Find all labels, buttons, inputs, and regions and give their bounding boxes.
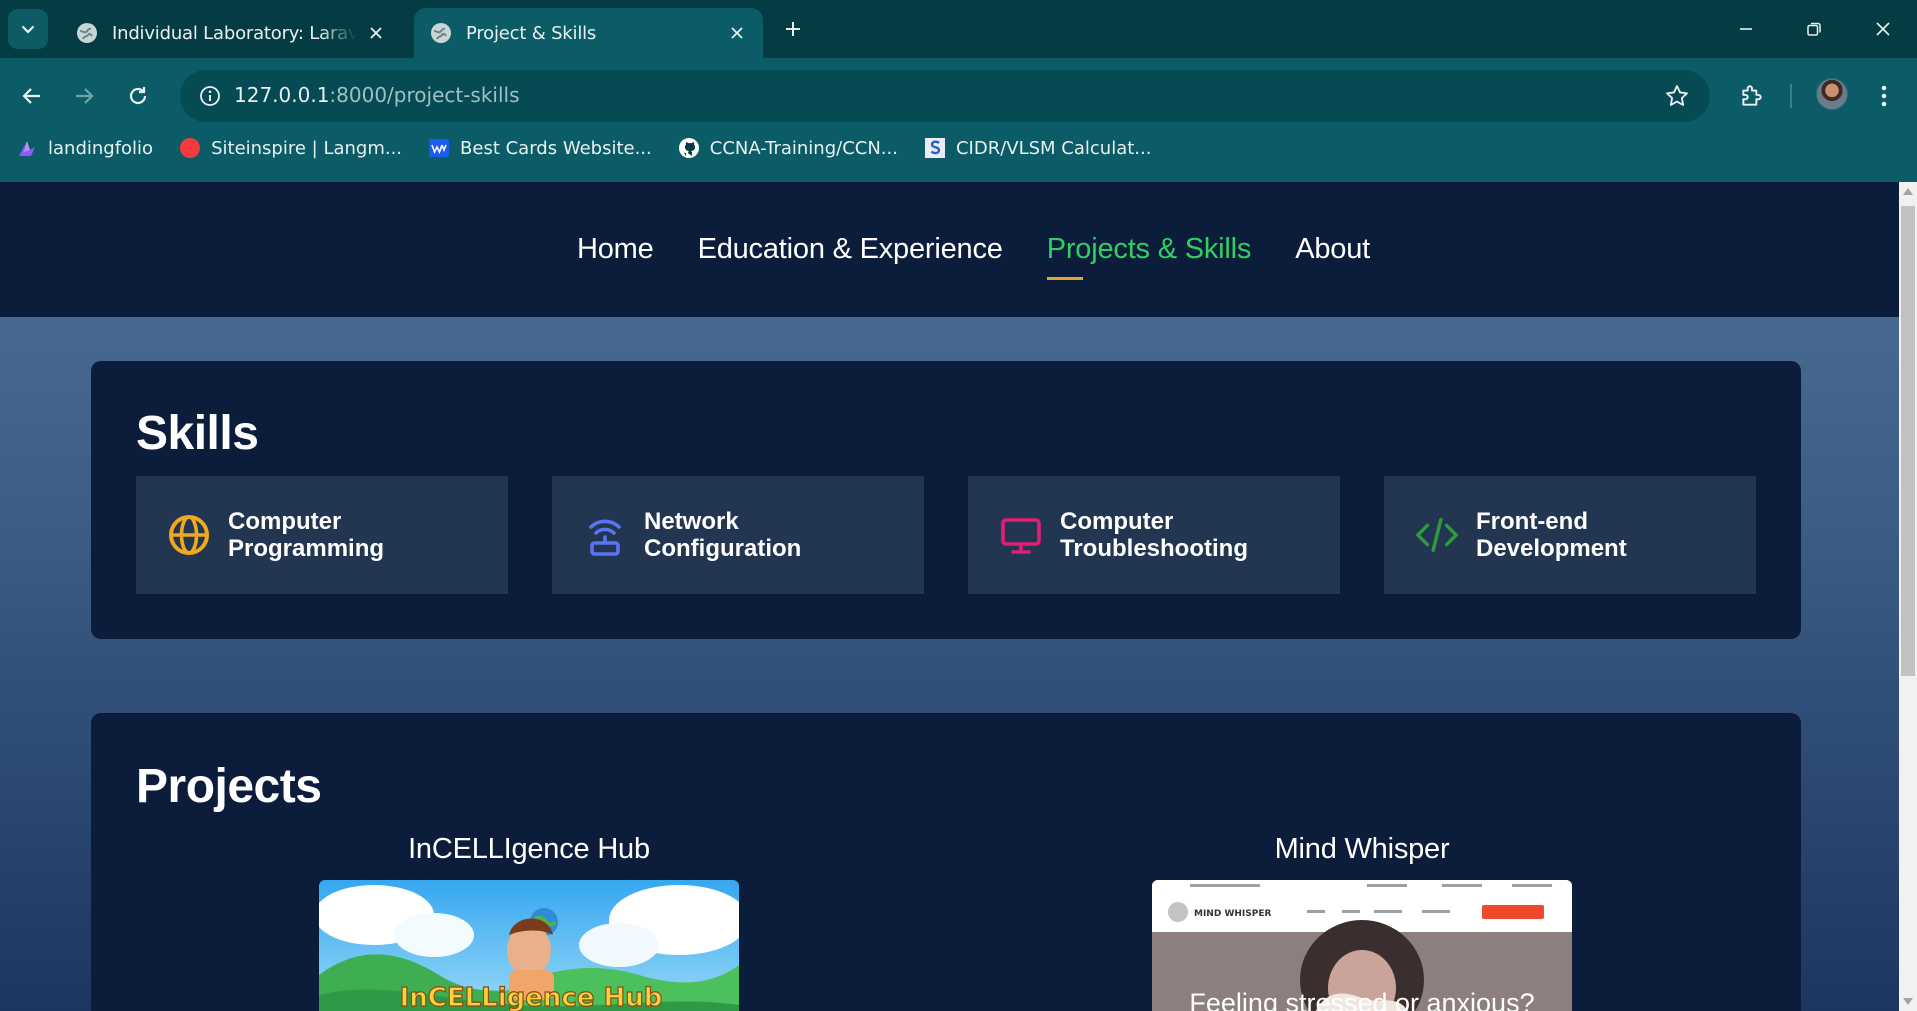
tab-laravel[interactable]: Individual Laboratory: Laravel In bbox=[60, 8, 402, 58]
star-icon bbox=[1666, 85, 1688, 106]
nav-projects-skills-link[interactable]: Projects & Skills bbox=[1046, 233, 1251, 280]
red-dot-icon bbox=[179, 137, 201, 159]
bookmark-label: landingfolio bbox=[48, 137, 154, 159]
nav-home-link[interactable]: Home bbox=[577, 233, 654, 266]
restore-icon bbox=[1807, 22, 1821, 36]
project-thumbnail[interactable]: MIND WHISPER Feeling stressed or anxious… bbox=[1152, 880, 1572, 1011]
tab-project-skills[interactable]: Project & Skills bbox=[414, 8, 763, 58]
more-vertical-icon bbox=[1881, 85, 1887, 107]
close-tab-icon[interactable] bbox=[364, 21, 388, 45]
bookmark-label: CIDR/VLSM Calculat... bbox=[955, 137, 1152, 159]
extensions-button[interactable] bbox=[1732, 76, 1772, 116]
globe-favicon-icon bbox=[431, 23, 451, 43]
minimize-icon bbox=[1740, 28, 1752, 30]
bookmarks-bar: landingfolio Siteinspire | Langm... Best… bbox=[0, 128, 1917, 168]
nav-education-experience-link[interactable]: Education & Experience bbox=[698, 233, 1003, 266]
address-bar[interactable]: 127.0.0.1:8000/project-skills bbox=[180, 70, 1710, 122]
router-icon bbox=[582, 512, 628, 558]
bookmark-label: Best Cards Website... bbox=[460, 137, 652, 159]
skill-card-front-end-development: Front-end Development bbox=[1384, 476, 1756, 594]
subnet-icon bbox=[924, 137, 946, 159]
project-card-incelligence-hub: InCELLIgence Hub InCELLigence Hub bbox=[319, 833, 739, 1011]
skill-label: Computer Programming bbox=[228, 508, 385, 562]
arrow-left-icon bbox=[22, 88, 40, 104]
globe-icon bbox=[166, 512, 212, 558]
forward-button[interactable] bbox=[64, 76, 104, 116]
github-icon bbox=[678, 137, 700, 159]
skill-card-network-configuration: Network Configuration bbox=[552, 476, 924, 594]
info-icon bbox=[200, 86, 220, 106]
profile-avatar[interactable] bbox=[1816, 78, 1848, 110]
site-info-button[interactable] bbox=[192, 78, 228, 114]
nav-about-link[interactable]: About bbox=[1295, 233, 1370, 266]
browser-menu-button[interactable] bbox=[1868, 76, 1900, 116]
page-viewport: Home Education & Experience Projects & S… bbox=[0, 182, 1899, 1011]
skill-label: Front-end Development bbox=[1476, 508, 1627, 562]
bookmark-siteinspire[interactable]: Siteinspire | Langm... bbox=[169, 130, 412, 166]
close-icon bbox=[1876, 22, 1890, 36]
thumbnail-caption: InCELLigence Hub bbox=[400, 983, 663, 1011]
tab-title: Individual Laboratory: Laravel In bbox=[112, 22, 356, 44]
project-title: InCELLIgence Hub bbox=[408, 833, 650, 865]
scrollbar-thumb[interactable] bbox=[1901, 206, 1915, 676]
code-icon bbox=[1414, 512, 1460, 558]
bookmark-label: CCNA-Training/CCN... bbox=[709, 137, 898, 159]
tab-title: Project & Skills bbox=[466, 22, 597, 44]
projects-section: Projects InCELLIgence Hub InCELLigence H… bbox=[91, 713, 1801, 1011]
skills-section: Skills Computer Programming Network Conf… bbox=[91, 361, 1801, 639]
site-navigation: Home Education & Experience Projects & S… bbox=[0, 182, 1899, 317]
monitor-icon bbox=[998, 512, 1044, 558]
bookmark-landingfolio[interactable]: landingfolio bbox=[6, 130, 163, 166]
incelligence-hub-illustration: InCELLigence Hub bbox=[319, 880, 739, 1011]
bookmark-label: Siteinspire | Langm... bbox=[211, 137, 403, 159]
close-window-button[interactable] bbox=[1860, 10, 1906, 48]
chevron-down-icon bbox=[21, 25, 35, 34]
reload-button[interactable] bbox=[118, 76, 158, 116]
skill-card-computer-troubleshooting: Computer Troubleshooting bbox=[968, 476, 1340, 594]
globe-favicon-icon bbox=[77, 23, 97, 43]
thumbnail-caption: Feeling stressed or anxious? bbox=[1189, 988, 1534, 1011]
tab-search-button[interactable] bbox=[8, 9, 48, 49]
bookmark-best-cards[interactable]: Best Cards Website... bbox=[418, 130, 662, 166]
puzzle-icon bbox=[1742, 85, 1762, 106]
skill-card-computer-programming: Computer Programming bbox=[136, 476, 508, 594]
url-host: 127.0.0.1 bbox=[234, 83, 330, 107]
restore-button[interactable] bbox=[1791, 10, 1837, 48]
browser-toolbar: 127.0.0.1:8000/project-skills landingfol… bbox=[0, 58, 1917, 186]
url-text: 127.0.0.1:8000/project-skills bbox=[234, 83, 520, 107]
plus-icon bbox=[786, 22, 800, 36]
new-tab-button[interactable] bbox=[778, 14, 808, 44]
minimize-button[interactable] bbox=[1723, 10, 1769, 48]
toolbar-divider bbox=[1790, 84, 1792, 108]
reload-icon bbox=[129, 87, 147, 105]
project-card-mind-whisper: Mind Whisper MIND WHISPER Feeling stress… bbox=[1152, 833, 1572, 1011]
skills-heading: Skills bbox=[136, 407, 259, 460]
landingfolio-icon bbox=[16, 137, 38, 159]
project-thumbnail[interactable]: InCELLigence Hub bbox=[319, 880, 739, 1011]
bookmark-ccna-training[interactable]: CCNA-Training/CCN... bbox=[668, 130, 908, 166]
tab-strip: Individual Laboratory: Laravel In Projec… bbox=[0, 0, 1917, 58]
projects-heading: Projects bbox=[136, 760, 322, 813]
bookmark-star-button[interactable] bbox=[1664, 83, 1690, 113]
arrow-right-icon bbox=[76, 88, 94, 104]
mind-whisper-screenshot: MIND WHISPER Feeling stressed or anxious… bbox=[1152, 880, 1572, 1011]
bookmark-cidr-vlsm[interactable]: CIDR/VLSM Calculat... bbox=[914, 130, 1162, 166]
webflow-icon bbox=[428, 137, 450, 159]
page-scrollbar[interactable] bbox=[1899, 182, 1917, 1011]
close-tab-icon[interactable] bbox=[725, 21, 749, 45]
skill-label: Network Configuration bbox=[644, 508, 802, 562]
scroll-down-arrow-icon[interactable] bbox=[1903, 998, 1913, 1005]
scroll-up-arrow-icon[interactable] bbox=[1903, 188, 1913, 195]
back-button[interactable] bbox=[12, 76, 52, 116]
url-path: :8000/project-skills bbox=[329, 83, 520, 107]
project-title: Mind Whisper bbox=[1274, 833, 1450, 865]
skill-label: Computer Troubleshooting bbox=[1060, 508, 1248, 562]
thumbnail-brand: MIND WHISPER bbox=[1194, 909, 1271, 919]
